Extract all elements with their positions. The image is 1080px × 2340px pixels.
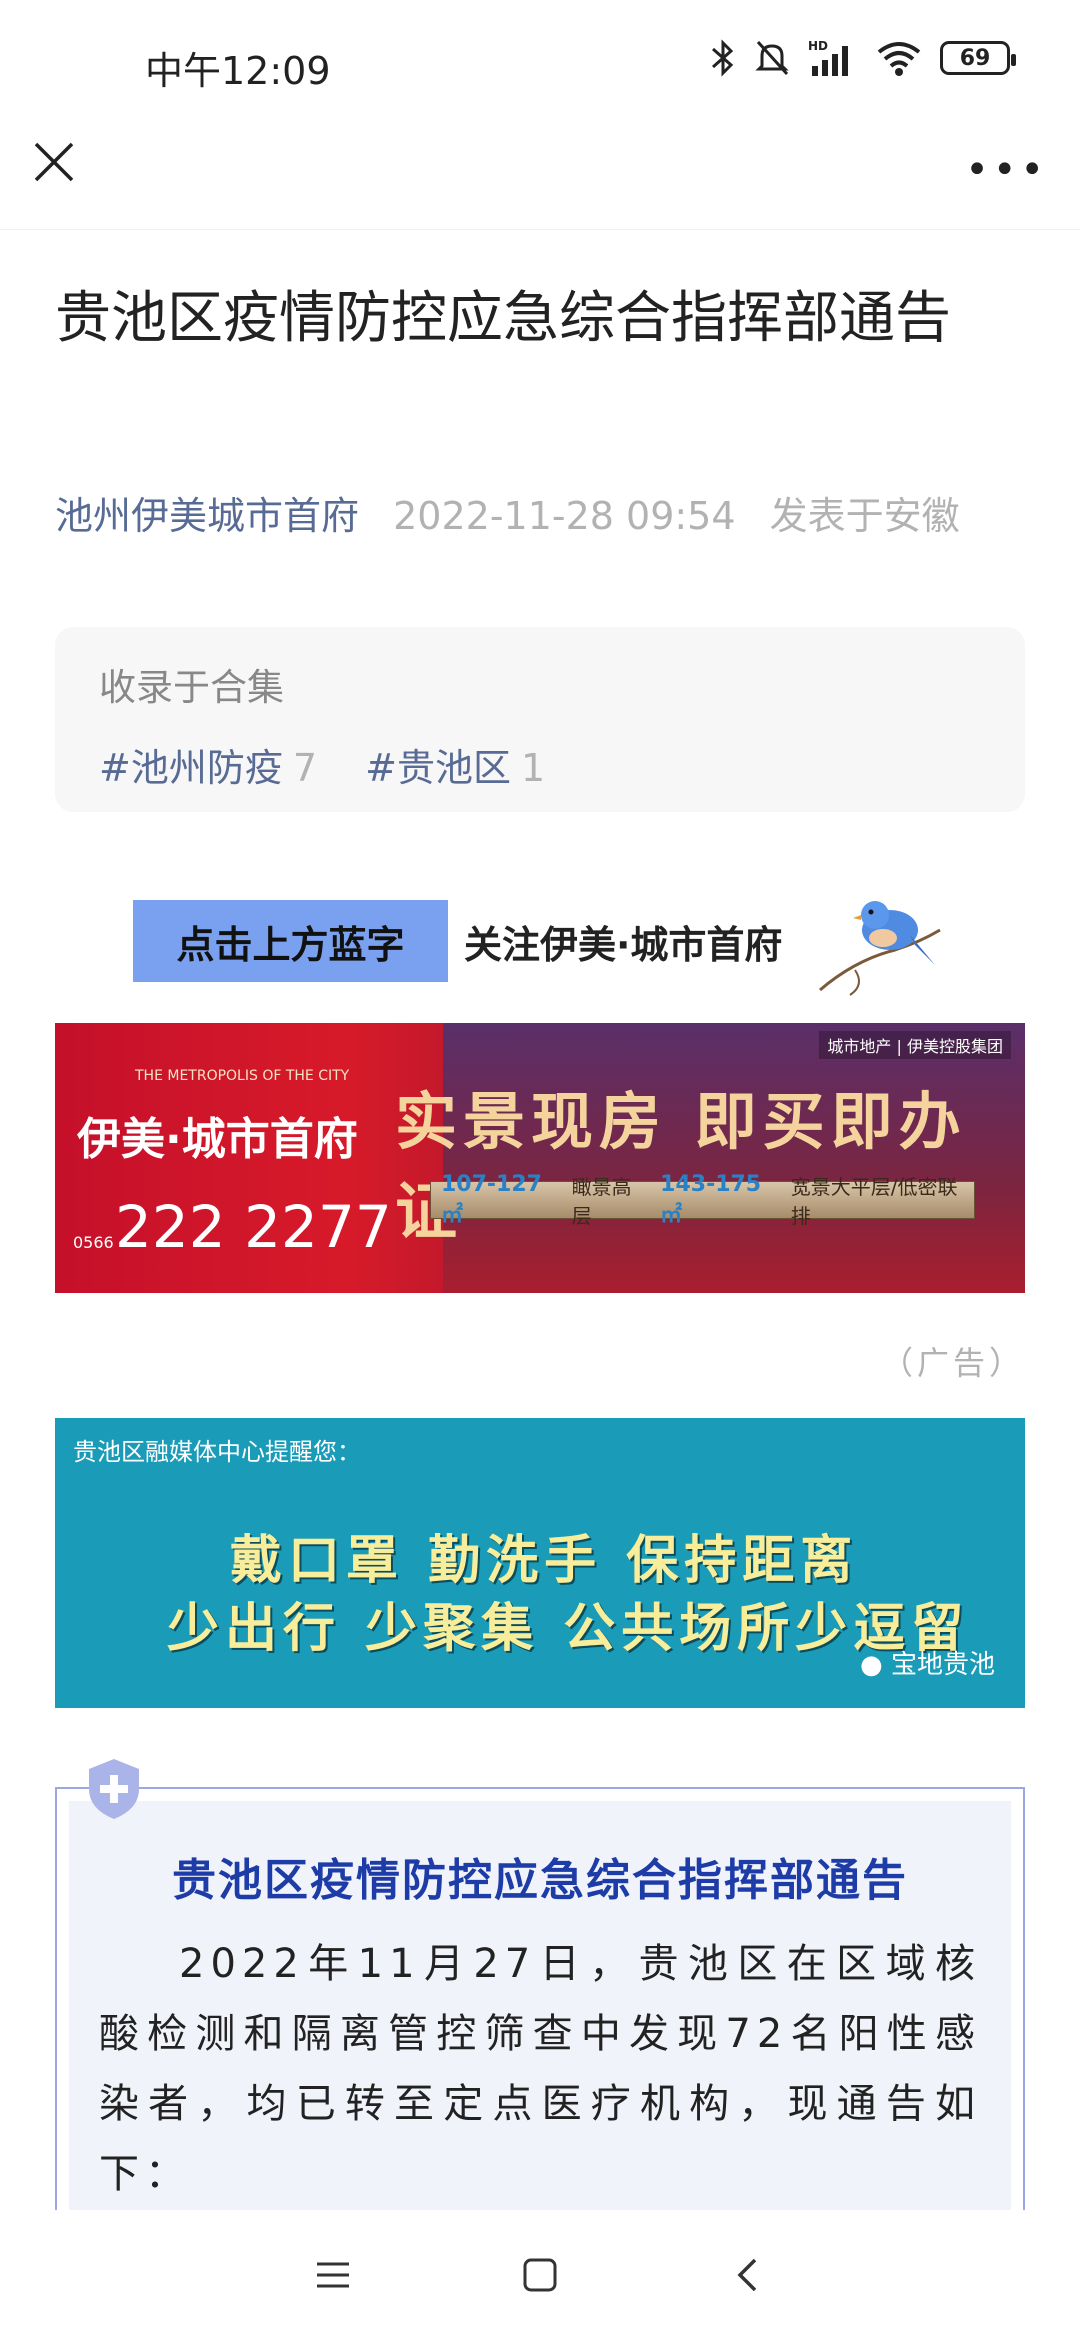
wechat-icon: ● <box>860 1650 883 1680</box>
ad-plate-text-a: 瞰景高层 <box>571 1175 632 1228</box>
status-bar: 中午12:09 HD 69 <box>0 0 1080 130</box>
tag-count: 7 <box>292 746 318 790</box>
ad-plate-size-a: 107-127㎡ <box>441 1171 542 1228</box>
ad-plate: 107-127㎡ 瞰景高层 143-175㎡ 宽景大平层/低密联排 <box>430 1172 975 1228</box>
notice-card: 贵池区疫情防控应急综合指挥部通告 2022年11月27日，贵池区在区域核酸检测和… <box>55 1759 1025 2217</box>
collection-label: 收录于合集 <box>99 666 284 709</box>
ad-brand-sub: THE METROPOLIS OF THE CITY <box>135 1068 350 1084</box>
collection-box: 收录于合集 #池州防疫 7 #贵池区 1 <box>55 627 1025 812</box>
ad-phone: 0566 222 2277 <box>73 1193 392 1261</box>
card-paragraph: 2022年11月27日，贵池区在区域核酸检测和隔离管控筛查中发现72名阳性感染者… <box>99 1941 981 2197</box>
notice-banner: 贵池区融媒体中心提醒您： 戴口罩 勤洗手 保持距离 少出行 少聚集 公共场所少逗… <box>55 1418 1025 1708</box>
close-icon[interactable] <box>32 140 76 184</box>
collection-tag[interactable]: #贵池区 1 <box>365 746 545 790</box>
notice-hint: 贵池区融媒体中心提醒您： <box>73 1438 361 1466</box>
ad-phone-prefix: 0566 <box>73 1233 114 1252</box>
mute-icon <box>755 40 789 76</box>
menu-icon[interactable] <box>303 2245 363 2305</box>
ad-label[interactable]: （广告） <box>881 1338 1025 1384</box>
follow-button-label: 点击上方蓝字 <box>133 900 448 982</box>
battery-icon: 69 <box>940 41 1016 75</box>
notice-line-1: 戴口罩 勤洗手 保持距离 <box>230 1530 859 1591</box>
ad-plate-size-b: 143-175㎡ <box>660 1171 762 1228</box>
ad-plate-text-b: 宽景大平层/低密联排 <box>790 1175 958 1228</box>
tag-name: #贵池区 <box>365 746 511 790</box>
system-nav-bar <box>0 2210 1080 2340</box>
ad-logo: 城市地产 | 伊美控股集团 <box>819 1031 1011 1059</box>
follow-text: 关注伊美·城市首府 <box>464 922 783 967</box>
svg-text:HD: HD <box>808 39 828 53</box>
hd-signal-icon: HD <box>808 39 848 76</box>
tag-name: #池州防疫 <box>99 746 283 790</box>
wechat-source-name: 宝地贵池 <box>890 1650 995 1680</box>
collection-tags: #池州防疫 7 #贵池区 1 <box>99 737 981 792</box>
card-heading: 贵池区疫情防控应急综合指挥部通告 <box>172 1855 908 1906</box>
status-time: 中午12:09 <box>145 49 331 93</box>
author-link[interactable]: 池州伊美城市首府 <box>55 494 359 538</box>
shield-icon <box>89 1759 139 1819</box>
back-icon[interactable] <box>717 2245 777 2305</box>
battery-level: 69 <box>959 45 991 71</box>
more-icon[interactable]: ••• <box>965 150 1048 190</box>
article-meta: 池州伊美城市首府 2022-11-28 09:54 发表于安徽 <box>55 485 1055 540</box>
ad-brand: 伊美·城市首府 <box>77 1114 358 1165</box>
wechat-source: ● 宝地贵池 <box>860 1644 995 1681</box>
collection-tag[interactable]: #池州防疫 7 <box>99 746 317 790</box>
notice-line-2: 少出行 少聚集 公共场所少逗留 <box>167 1598 970 1659</box>
publish-date: 2022-11-28 09:54 <box>393 494 736 538</box>
ad-phone-number: 222 2277 <box>115 1193 392 1261</box>
article-title: 贵池区疫情防控应急综合指挥部通告 <box>55 286 951 351</box>
ad-banner[interactable]: 城市地产 | 伊美控股集团 THE METROPOLIS OF THE CITY… <box>55 1023 1025 1293</box>
bird-icon <box>819 901 941 996</box>
bluetooth-icon <box>712 39 734 77</box>
wifi-icon <box>877 42 921 76</box>
publish-location: 发表于安徽 <box>769 494 960 538</box>
status-icons: HD 69 <box>710 38 1016 78</box>
tag-count: 1 <box>520 746 546 790</box>
home-icon[interactable] <box>510 2245 570 2305</box>
top-nav: ••• <box>0 130 1080 230</box>
